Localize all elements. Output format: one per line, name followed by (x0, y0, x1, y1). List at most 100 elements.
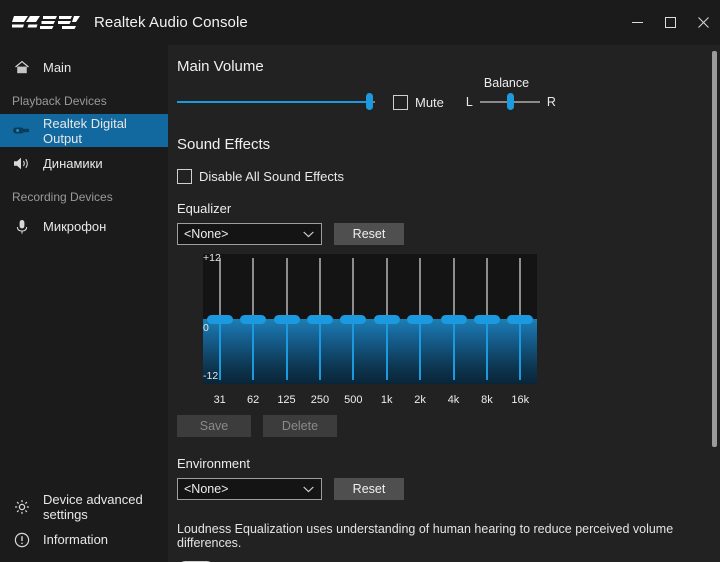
sidebar-item-dinamiki[interactable]: Динамики (0, 147, 168, 180)
disable-all-sound-effects-checkbox[interactable] (177, 169, 192, 184)
close-button[interactable] (687, 0, 720, 45)
equalizer-band-thumb[interactable] (274, 315, 300, 324)
balance-control: Balance L R (466, 93, 556, 111)
equalizer-band-thumb[interactable] (474, 315, 500, 324)
environment-label: Environment (168, 456, 720, 471)
equalizer-band-track-lower (352, 319, 354, 380)
speaker-icon (10, 154, 34, 174)
equalizer-band-thumb[interactable] (507, 315, 533, 324)
sidebar-item-dinamiki-label: Динамики (43, 156, 103, 171)
info-icon (10, 530, 34, 550)
disable-all-sound-effects-row[interactable]: Disable All Sound Effects (168, 169, 720, 184)
equalizer-band-thumb[interactable] (374, 315, 400, 324)
equalizer-band-track-upper (453, 258, 455, 319)
equalizer-save-button[interactable]: Save (177, 415, 251, 437)
balance-right-label: R (547, 95, 556, 109)
equalizer-band-track-upper (352, 258, 354, 319)
equalizer-plot (203, 254, 537, 384)
main-volume-slider[interactable] (177, 93, 375, 111)
mute-checkbox-row[interactable]: Mute (393, 95, 444, 110)
main-volume-fill (177, 101, 369, 103)
equalizer-band-4k[interactable] (441, 254, 467, 384)
equalizer-band-1k[interactable] (374, 254, 400, 384)
equalizer-band-track-lower (486, 319, 488, 380)
equalizer-band-62[interactable] (240, 254, 266, 384)
equalizer-band-track-lower (319, 319, 321, 380)
equalizer-preset-row: <None> Reset (168, 223, 720, 245)
equalizer-band-125[interactable] (274, 254, 300, 384)
sidebar-group-playback: Playback Devices (0, 84, 168, 114)
minimize-button[interactable] (621, 0, 654, 45)
app-title: Realtek Audio Console (94, 14, 248, 31)
mute-checkbox[interactable] (393, 95, 408, 110)
scrollbar-thumb[interactable] (712, 51, 717, 447)
equalizer-band-16k[interactable] (507, 254, 533, 384)
equalizer-preset-buttons: Save Delete (168, 415, 720, 437)
sidebar-item-realtek-digital-output[interactable]: Realtek Digital Output (0, 114, 168, 147)
disable-all-sound-effects-label: Disable All Sound Effects (199, 169, 344, 184)
sidebar-bottom-nav: Device advanced settings Information (0, 490, 168, 562)
main-volume-controls: Mute Balance L R (168, 93, 720, 111)
equalizer-band-thumb[interactable] (340, 315, 366, 324)
balance-left-label: L (466, 95, 473, 109)
gear-icon (10, 497, 34, 517)
sidebar-spacer (0, 243, 168, 490)
balance-thumb[interactable] (507, 93, 514, 110)
title-bar: Realtek Audio Console (0, 0, 720, 45)
equalizer-band-track-lower (286, 319, 288, 380)
main-content: Main Volume Mute Balance (168, 45, 720, 562)
equalizer-band-track-lower (219, 319, 221, 380)
sidebar-item-mikrofon[interactable]: Микрофон (0, 210, 168, 243)
equalizer-delete-button[interactable]: Delete (263, 415, 337, 437)
equalizer-band-track-lower (519, 319, 521, 380)
mute-label: Mute (415, 95, 444, 110)
equalizer-reset-button[interactable]: Reset (334, 223, 404, 245)
main-volume-title: Main Volume (168, 58, 720, 75)
balance-slider[interactable] (480, 93, 540, 111)
maximize-button[interactable] (654, 0, 687, 45)
equalizer-band-thumb[interactable] (207, 315, 233, 324)
sidebar-item-realtek-digital-output-label: Realtek Digital Output (43, 116, 168, 146)
equalizer-band-thumb[interactable] (407, 315, 433, 324)
equalizer-frequency-label: 16k (500, 394, 540, 406)
equalizer-band-thumb[interactable] (441, 315, 467, 324)
realtek-audio-console-window: Realtek Audio Console (0, 0, 720, 562)
equalizer-band-track-upper (286, 258, 288, 319)
sidebar: Main Playback Devices Realtek Digital Ou… (0, 45, 168, 562)
environment-preset-dropdown[interactable]: <None> (177, 478, 322, 500)
sidebar-item-device-advanced-settings[interactable]: Device advanced settings (0, 490, 168, 523)
equalizer-graph[interactable]: +12 0 -12 31621252505001k2k4k8k16k (177, 254, 537, 406)
equalizer-label: Equalizer (168, 201, 720, 216)
equalizer-band-thumb[interactable] (240, 315, 266, 324)
sidebar-item-device-advanced-settings-label: Device advanced settings (43, 492, 168, 522)
equalizer-band-track-lower (453, 319, 455, 380)
equalizer-band-8k[interactable] (474, 254, 500, 384)
sidebar-item-information[interactable]: Information (0, 523, 168, 556)
equalizer-band-track-upper (319, 258, 321, 319)
environment-preset-value: <None> (184, 482, 228, 496)
equalizer-band-31[interactable] (207, 254, 233, 384)
sound-effects-title: Sound Effects (168, 136, 720, 153)
chevron-down-icon (303, 227, 314, 241)
balance-title: Balance (484, 76, 529, 90)
sidebar-item-main[interactable]: Main (0, 51, 168, 84)
equalizer-band-track-upper (219, 258, 221, 319)
equalizer-band-250[interactable] (307, 254, 333, 384)
equalizer-band-2k[interactable] (407, 254, 433, 384)
equalizer-band-track-upper (252, 258, 254, 319)
chevron-down-icon (303, 482, 314, 496)
equalizer-band-500[interactable] (340, 254, 366, 384)
environment-reset-button[interactable]: Reset (334, 478, 404, 500)
equalizer-band-track-upper (519, 258, 521, 319)
balance-slider-row: L R (466, 93, 556, 111)
sidebar-item-information-label: Information (43, 532, 108, 547)
equalizer-band-track-upper (486, 258, 488, 319)
equalizer-band-thumb[interactable] (307, 315, 333, 324)
equalizer-band-track-lower (419, 319, 421, 380)
equalizer-preset-dropdown[interactable]: <None> (177, 223, 322, 245)
digital-output-icon (10, 121, 34, 141)
sidebar-item-mikrofon-label: Микрофон (43, 219, 106, 234)
main-volume-thumb[interactable] (366, 93, 373, 110)
equalizer-band-track-lower (252, 319, 254, 380)
vertical-scrollbar[interactable] (712, 51, 717, 562)
